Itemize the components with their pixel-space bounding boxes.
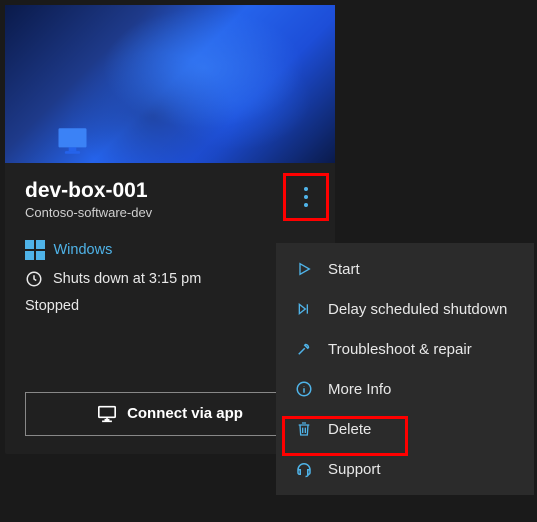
info-icon [294,379,314,399]
menu-item-delay-shutdown[interactable]: Delay scheduled shutdown [276,289,534,329]
menu-item-support[interactable]: Support [276,449,534,489]
devbox-thumbnail [5,5,335,163]
wrench-icon [294,339,314,359]
monitor-icon [55,127,90,155]
headset-icon [294,459,314,479]
os-row[interactable]: Windows [25,240,315,260]
menu-label: Start [328,261,360,278]
connect-button[interactable]: Connect via app [25,392,315,436]
windows-icon [25,240,45,260]
more-vertical-icon [304,187,308,207]
menu-label: More Info [328,381,391,398]
os-label: Windows [54,242,113,258]
trash-icon [294,419,314,439]
schedule-row: Shuts down at 3:15 pm [25,270,315,288]
more-actions-button[interactable] [289,179,323,215]
menu-item-more-info[interactable]: More Info [276,369,534,409]
schedule-text: Shuts down at 3:15 pm [53,271,201,287]
menu-item-start[interactable]: Start [276,249,534,289]
menu-item-delete[interactable]: Delete [276,409,534,449]
devbox-title: dev-box-001 [25,179,315,203]
skip-icon [294,299,314,319]
menu-label: Delay scheduled shutdown [328,301,507,318]
menu-item-troubleshoot[interactable]: Troubleshoot & repair [276,329,534,369]
connect-label: Connect via app [127,405,243,422]
clock-icon [25,270,43,288]
desktop-icon [97,405,117,423]
devbox-subtitle: Contoso-software-dev [25,205,315,220]
menu-label: Delete [328,421,371,438]
play-icon [294,259,314,279]
menu-label: Support [328,461,381,478]
menu-label: Troubleshoot & repair [328,341,472,358]
status-text: Stopped [25,298,315,314]
context-menu: Start Delay scheduled shutdown Troublesh… [276,243,534,495]
